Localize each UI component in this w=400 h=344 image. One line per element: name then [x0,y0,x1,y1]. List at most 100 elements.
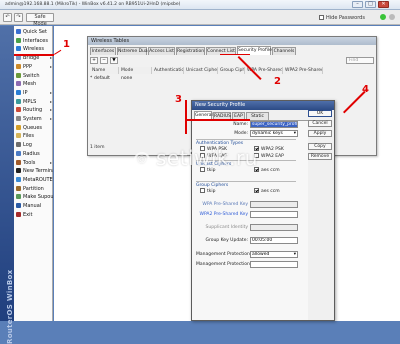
management-protection-label: Management Protection: [196,252,252,257]
sidebar-item-new-terminal[interactable]: New Terminal [16,167,53,175]
name-input[interactable]: super_security_profile [250,121,298,128]
sidebar-item-exit[interactable]: Exit [16,211,53,219]
sidebar-item-label: Files [23,133,34,140]
profile-mode-cell: none [121,76,133,81]
column-header[interactable]: Mode [119,67,152,74]
sidebar-item-switch[interactable]: Switch [16,72,53,80]
metarouter-icon [16,176,21,182]
sidebar-item-interfaces[interactable]: Interfaces [16,37,53,45]
tab-registration[interactable]: Registration [176,47,205,55]
chevron-down-icon: ▾ [293,252,296,257]
mpls-icon [16,98,21,104]
close-button[interactable]: ✕ [378,1,389,8]
add-icon[interactable]: + [90,57,98,64]
supplicant-identity-input[interactable] [250,224,298,231]
window-titlebar: admin@192.168.88.1 (MikroTik) - WinBox v… [0,0,400,10]
sidebar-item-queues[interactable]: Queues [16,124,53,132]
sidebar-item-label: MetaROUTER [23,176,53,183]
sidebar-item-tools[interactable]: Tools ▸ [16,159,53,167]
ok-button[interactable]: OK [308,110,332,117]
remove-icon[interactable]: − [100,57,108,64]
routing-icon [16,107,21,113]
chevron-right-icon: ▸ [49,107,52,113]
sidebar-item-label: MPLS [23,98,37,105]
system-icon [16,116,21,121]
sidebar-item-system[interactable]: System ▸ [16,115,53,123]
group-checkbox-tkip[interactable]: tkip [200,188,215,195]
sidebar-item-make-supout-rif[interactable]: Make Supout.rif [16,193,53,201]
sidebar-item-label: Queues [23,124,43,131]
sidebar-item-label: Radius [23,150,40,157]
chevron-right-icon: ▸ [49,159,52,165]
checkbox-icon [319,15,324,20]
toolbar: ↶ ↷ Safe Mode Hide Passwords [0,10,400,27]
chevron-right-icon: ▸ [49,63,52,69]
safe-mode-button[interactable]: Safe Mode [26,13,54,27]
undo-button[interactable]: ↶ [3,13,12,22]
group-key-update-input[interactable]: 00:05:00 [250,237,298,244]
sidebar-item-manual[interactable]: Manual [16,202,53,210]
column-header[interactable]: Authenticatio... [152,67,184,74]
apply-button[interactable]: Apply [308,130,332,137]
ppp-icon [16,63,21,69]
sidebar-item-label: Routing [23,107,43,114]
sidebar-item-ip[interactable]: IP ▸ [16,89,53,97]
management-protection-select[interactable]: allowed ▾ [250,251,298,258]
mode-select[interactable]: dynamic keys ▾ [250,130,298,137]
arrow-3-vertical [185,100,187,134]
sidebar-item-label: New Terminal [23,168,53,175]
highlight-security-profiles-tab [220,54,250,55]
column-header[interactable]: Unicast Ciphers [184,67,218,74]
sidebar-item-routing[interactable]: Routing ▸ [16,106,53,114]
management-protection-key-input[interactable] [250,261,298,268]
log-icon [16,142,21,148]
column-header[interactable]: Name [90,67,119,74]
sidebar-item-wireless[interactable]: Wireless [16,45,53,53]
wpa2-psk-input[interactable] [250,211,298,218]
routeros-winbox-label: RouterOS WinBox [6,269,14,344]
minimize-button[interactable]: – [352,1,363,8]
tab-channels[interactable]: Channels [272,47,296,55]
filter-icon[interactable]: ▼ [110,57,118,64]
sidebar-item-label: Switch [23,72,40,79]
sidebar-item-mpls[interactable]: MPLS ▸ [16,98,53,106]
sidebar-item-log[interactable]: Log [16,141,53,149]
find-input[interactable]: Find [346,57,374,64]
files-icon [16,133,21,139]
checkbox-icon [254,188,259,193]
column-header[interactable]: WPA2 Pre-Shared ... [283,67,323,74]
tab-interfaces[interactable]: Interfaces [90,47,116,55]
step-2-number: 2 [274,76,281,87]
quickset-icon [16,29,21,34]
hide-passwords-checkbox[interactable]: Hide Passwords [319,15,365,21]
sidebar-item-radius[interactable]: Radius [16,150,53,158]
dialog-title: New Security Profile [192,101,334,110]
ip-icon [16,89,21,95]
sidebar-item-files[interactable]: Files [16,132,53,140]
sidebar-item-label: Manual [23,203,42,209]
manual-icon [16,203,21,208]
sidebar-item-label: Interfaces [23,37,48,44]
partition-icon [16,185,21,191]
status-light-icon [389,14,395,20]
sidebar-item-metarouter[interactable]: MetaROUTER [16,176,53,184]
sidebar-item-label: System [23,116,42,122]
supplicant-identity-label: Supplicant Identity [205,225,248,230]
sidebar-item-mesh[interactable]: Mesh [16,80,53,88]
group-checkbox-aes-ccm[interactable]: aes ccm [254,188,280,195]
row-marker: * [90,76,93,81]
maximize-button[interactable]: □ [365,1,376,8]
redo-button[interactable]: ↷ [14,13,23,22]
sidebar-item-quick-set[interactable]: Quick Set [16,28,53,36]
wpa-psk-input[interactable] [250,201,298,208]
sidebar-item-ppp[interactable]: PPP ▸ [16,63,53,71]
cancel-button[interactable]: Cancel [308,120,332,127]
sidebar-item-partition[interactable]: Partition [16,185,53,193]
column-header[interactable]: Group Ciphers [218,67,245,74]
tab-nstreme-dual[interactable]: Nstreme Dual [117,47,149,55]
queues-icon [16,124,21,130]
tools-icon [16,159,21,165]
checkbox-label: aes ccm [261,189,280,194]
tab-access-list[interactable]: Access List [148,47,175,55]
sidebar-item-label: Make Supout.rif [23,194,53,201]
